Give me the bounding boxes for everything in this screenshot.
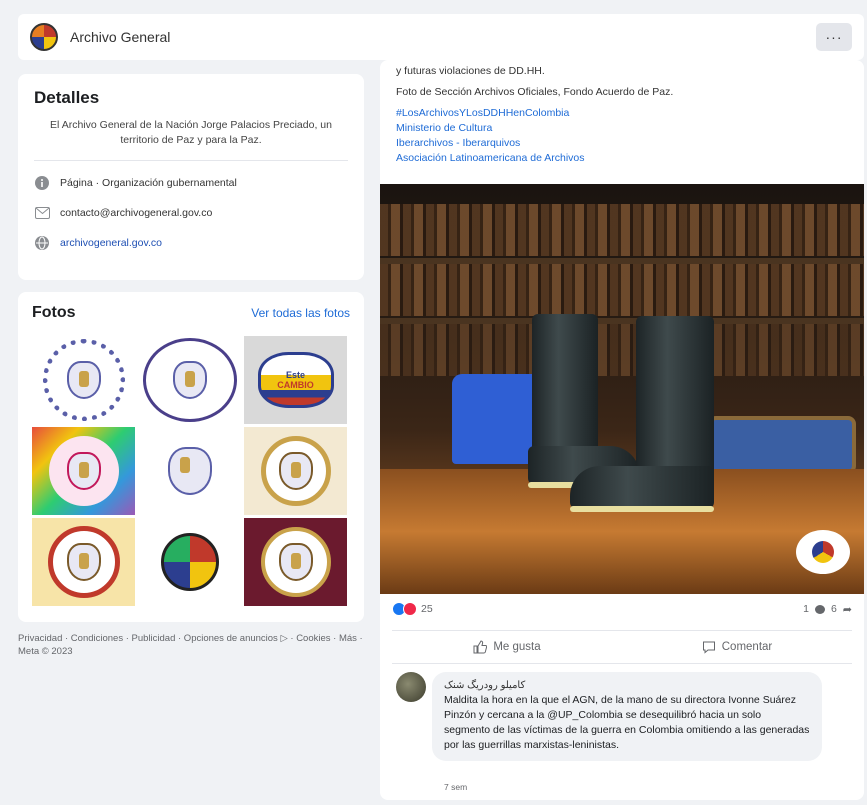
photo-thumbnail[interactable]	[244, 427, 347, 515]
post-actions: Me gusta Comentar	[392, 630, 852, 664]
photo-thumbnail[interactable]: Este CAMBIO	[244, 336, 347, 424]
coat-of-arms-icon	[167, 447, 212, 495]
coat-of-arms-icon	[66, 543, 101, 581]
post-line: Foto de Sección Archivos Oficiales, Fond…	[396, 86, 674, 98]
post-line: y futuras violaciones de DD.HH.	[396, 65, 545, 77]
rubber-boot	[532, 314, 598, 464]
category-text: Página · Organización gubernamental	[60, 177, 237, 189]
badge-text-bottom: CAMBIO	[277, 380, 314, 390]
commenter-avatar[interactable]	[396, 672, 426, 702]
shares-count[interactable]: 6	[831, 603, 837, 615]
share-arrow-icon: ➦	[842, 603, 852, 616]
photo-thumbnail[interactable]	[32, 518, 135, 606]
photo-thumbnail[interactable]	[138, 336, 241, 424]
badge-text-top: Este	[285, 370, 305, 380]
rubber-boot	[636, 316, 714, 482]
love-reaction-icon	[403, 602, 417, 616]
reactions-count[interactable]: 25	[421, 603, 433, 615]
photo-thumbnail[interactable]	[138, 518, 241, 606]
mention-link[interactable]: Asociación Latinoamericana de Archivos	[396, 151, 848, 166]
photo-thumbnail[interactable]	[244, 518, 347, 606]
bookshelf	[380, 204, 864, 256]
comment-item: کامیلو رودریگ شنک Maldita la hora en la …	[396, 672, 852, 761]
page-name[interactable]: Archivo General	[70, 29, 170, 45]
coat-of-arms-icon	[66, 361, 101, 399]
photos-grid: Este CAMBIO	[32, 336, 350, 606]
reactions-bar: 25 1 6 ➦	[392, 602, 852, 616]
photos-card: Fotos Ver todas las fotos Este CAMBIO	[18, 292, 364, 622]
more-options-button[interactable]: ···	[816, 23, 852, 51]
info-icon	[34, 175, 50, 191]
comment-label: Comentar	[721, 641, 773, 653]
page-header: Archivo General ···	[18, 14, 864, 60]
comment-icon	[702, 641, 715, 654]
coat-of-arms-icon	[278, 452, 313, 490]
comment-timestamp[interactable]: 7 sem	[444, 782, 467, 792]
email-text[interactable]: contacto@archivogeneral.gov.co	[60, 207, 212, 219]
coat-of-arms-icon	[278, 543, 313, 581]
details-card: Detalles El Archivo General de la Nación…	[18, 74, 364, 280]
category-row: Página · Organización gubernamental	[34, 175, 348, 191]
photo-thumbnail[interactable]	[138, 427, 241, 515]
mention-link[interactable]: Ministerio de Cultura	[396, 121, 848, 136]
page-avatar[interactable]	[30, 23, 58, 51]
hashtag-link[interactable]: #LosArchivosYLosDDHHenColombia	[396, 106, 848, 121]
globe-icon	[34, 235, 50, 251]
comment-bubble: کامیلو رودریگ شنک Maldita la hora en la …	[432, 672, 822, 761]
details-title: Detalles	[34, 88, 100, 107]
photos-title: Fotos	[32, 304, 76, 321]
website-link[interactable]: archivogeneral.gov.co	[60, 237, 162, 249]
comment-button[interactable]: Comentar	[622, 631, 852, 663]
photo-thumbnail[interactable]	[32, 336, 135, 424]
thumbs-up-icon	[473, 640, 488, 654]
comment-bubble-icon	[814, 604, 825, 614]
comments-count[interactable]: 1	[803, 603, 809, 615]
post-photo[interactable]	[380, 184, 864, 594]
mention-link[interactable]: Iberarchivos - Iberarquivos	[396, 136, 848, 151]
website-row: archivogeneral.gov.co	[34, 235, 348, 251]
envelope-icon	[34, 205, 50, 221]
like-button[interactable]: Me gusta	[392, 631, 622, 663]
like-label: Me gusta	[493, 641, 541, 653]
watermark-logo	[796, 530, 850, 574]
coat-of-arms-icon	[66, 452, 101, 490]
email-row: contacto@archivogeneral.gov.co	[34, 205, 348, 221]
coat-of-arms-icon	[172, 361, 207, 399]
comment-text: Maldita la hora en la que el AGN, de la …	[444, 694, 810, 751]
see-all-photos-link[interactable]: Ver todas las fotos	[251, 306, 350, 320]
reaction-icons[interactable]	[392, 602, 417, 616]
post-card: y futuras violaciones de DD.HH. Foto de …	[380, 60, 864, 800]
footer-links[interactable]: Privacidad · Condiciones · Publicidad · …	[18, 632, 364, 658]
blue-chair	[708, 416, 856, 474]
details-bio: El Archivo General de la Nación Jorge Pa…	[34, 118, 348, 161]
comment-author[interactable]: کامیلو رودریگ شنک	[444, 680, 810, 691]
photo-thumbnail[interactable]	[32, 427, 135, 515]
post-text: y futuras violaciones de DD.HH. Foto de …	[380, 60, 864, 166]
